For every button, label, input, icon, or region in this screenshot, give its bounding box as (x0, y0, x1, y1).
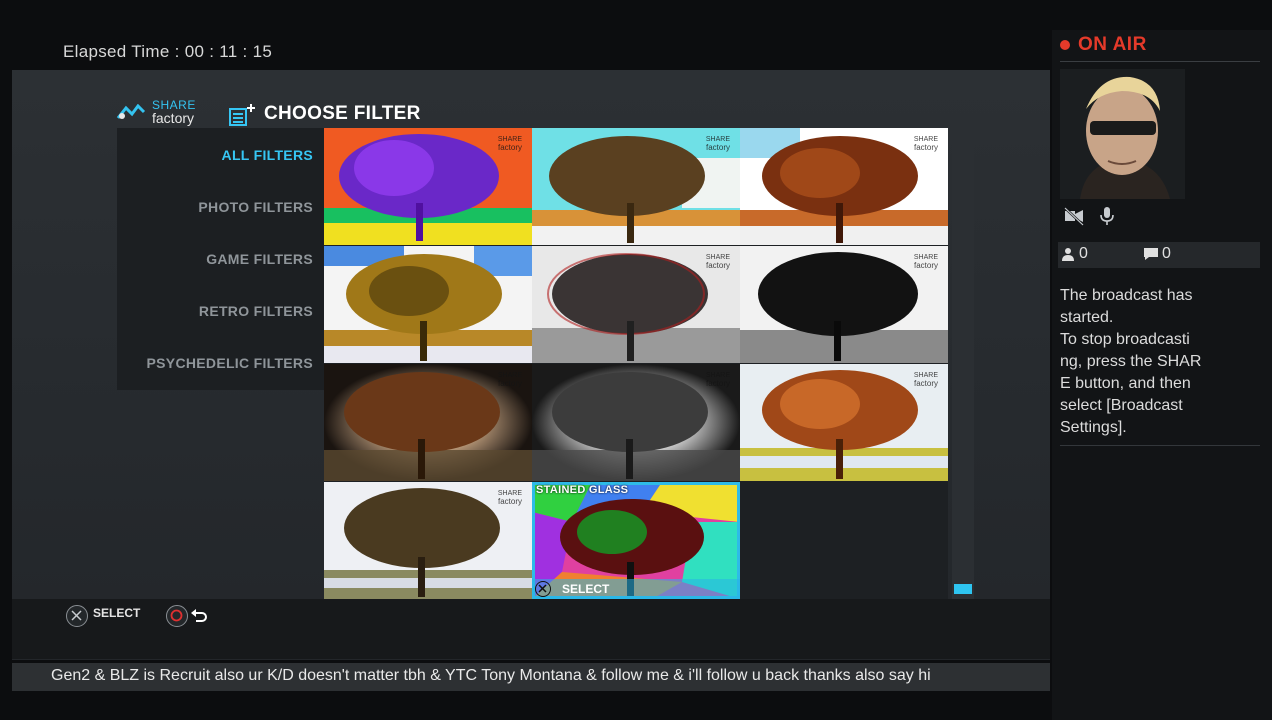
circle-button-icon (166, 605, 188, 627)
viewers-count: 0 (1079, 245, 1088, 262)
share-factory-logo: SHARE factory (116, 98, 208, 128)
watermark: SHARE factory (497, 372, 522, 388)
cross-button-icon (535, 581, 551, 597)
avatar-image (1060, 69, 1185, 199)
category-psychedelic-filters[interactable]: PSYCHEDELIC FILTERS (147, 355, 313, 371)
filter-tile-posterize-blue[interactable] (324, 246, 532, 363)
watermark: SHARE factory (913, 372, 938, 388)
scrollbar-thumb[interactable] (954, 584, 972, 594)
back-arrow-icon (191, 609, 207, 622)
broadcast-ticker: Gen2 & BLZ is Recruit also ur K/D doesn'… (12, 663, 1050, 691)
filter-caption: STAINED GLASS (536, 484, 629, 496)
watermark: SHARE factory (497, 490, 522, 506)
elapsed-time: Elapsed Time : 00 : 11 : 15 (63, 42, 273, 61)
message-line: The broadcast has (1060, 287, 1193, 304)
category-photo-filters[interactable]: PHOTO FILTERS (198, 199, 313, 215)
broadcast-stats (1058, 242, 1260, 268)
on-air-label: ON AIR (1078, 34, 1147, 55)
divider (1060, 61, 1260, 62)
share-factory-logo-icon (116, 104, 146, 119)
comments-icon (1144, 248, 1158, 260)
elapsed-time-value: 00 : 11 : 15 (184, 42, 273, 61)
comments-count: 0 (1162, 245, 1171, 262)
avatar (1060, 69, 1185, 199)
watermark: SHARE factory (705, 372, 730, 388)
watermark: SHARE factory (705, 254, 730, 270)
filter-grid: SHARE factory SHARE factory SHARE factory (324, 128, 948, 599)
filter-tile-vintage[interactable]: SHARE factory (324, 364, 532, 481)
filter-tile-posterize-cyan[interactable]: SHARE factory (532, 128, 740, 245)
select-overlay-label: SELECT (562, 582, 610, 596)
message-line: started. (1060, 309, 1114, 326)
on-air-dot-icon (1060, 40, 1070, 50)
divider (1060, 445, 1260, 446)
filter-tile-high-contrast[interactable]: SHARE factory (740, 246, 948, 363)
camera-off-icon (1064, 207, 1084, 226)
select-hint-label: SELECT (93, 606, 141, 620)
elapsed-time-label: Elapsed Time (63, 42, 170, 61)
watermark: SHARE factory (705, 136, 730, 152)
page-title: CHOOSE FILTER (264, 103, 421, 124)
message-line: E button, and then (1060, 375, 1191, 392)
category-game-filters[interactable]: GAME FILTERS (206, 251, 313, 267)
tree-thumbnail-image (324, 246, 532, 363)
filter-tile-vivid[interactable]: SHARE factory (740, 364, 948, 481)
select-overlay[interactable]: SELECT (532, 579, 740, 599)
message-line: select [Broadcast (1060, 397, 1183, 414)
microphone-icon (1100, 207, 1114, 225)
watermark: SHARE factory (497, 136, 522, 152)
watermark: SHARE factory (913, 136, 938, 152)
broadcast-message: The broadcast has started. To stop broad… (1060, 285, 1220, 439)
filter-tile-posterize-red[interactable]: SHARE factory (740, 128, 948, 245)
filter-category-list: ALL FILTERS PHOTO FILTERS GAME FILTERS R… (117, 128, 324, 390)
watermark: SHARE factory (913, 254, 938, 270)
filter-tile-stained-glass[interactable]: STAINED GLASS SELECT (532, 482, 740, 599)
brand-factory: factory (152, 110, 195, 126)
filter-tile-natural[interactable]: SHARE factory (324, 482, 532, 599)
ticker-text: Gen2 & BLZ is Recruit also ur K/D doesn'… (51, 667, 931, 684)
filter-grid-scrollbar[interactable] (952, 128, 974, 599)
filter-tile-monochrome[interactable]: SHARE factory (532, 364, 740, 481)
cross-button-icon (66, 605, 88, 627)
filter-tile-anaglyph[interactable]: SHARE factory (532, 246, 740, 363)
message-line: To stop broadcasti (1060, 331, 1190, 348)
message-line: ng, press the SHAR (1060, 353, 1202, 370)
category-retro-filters[interactable]: RETRO FILTERS (199, 303, 313, 319)
filter-tile-thermal[interactable]: SHARE factory (324, 128, 532, 245)
message-line: Settings]. (1060, 419, 1127, 436)
viewers-icon (1062, 248, 1074, 261)
category-all-filters[interactable]: ALL FILTERS (222, 147, 313, 163)
filter-list-icon (229, 104, 255, 126)
